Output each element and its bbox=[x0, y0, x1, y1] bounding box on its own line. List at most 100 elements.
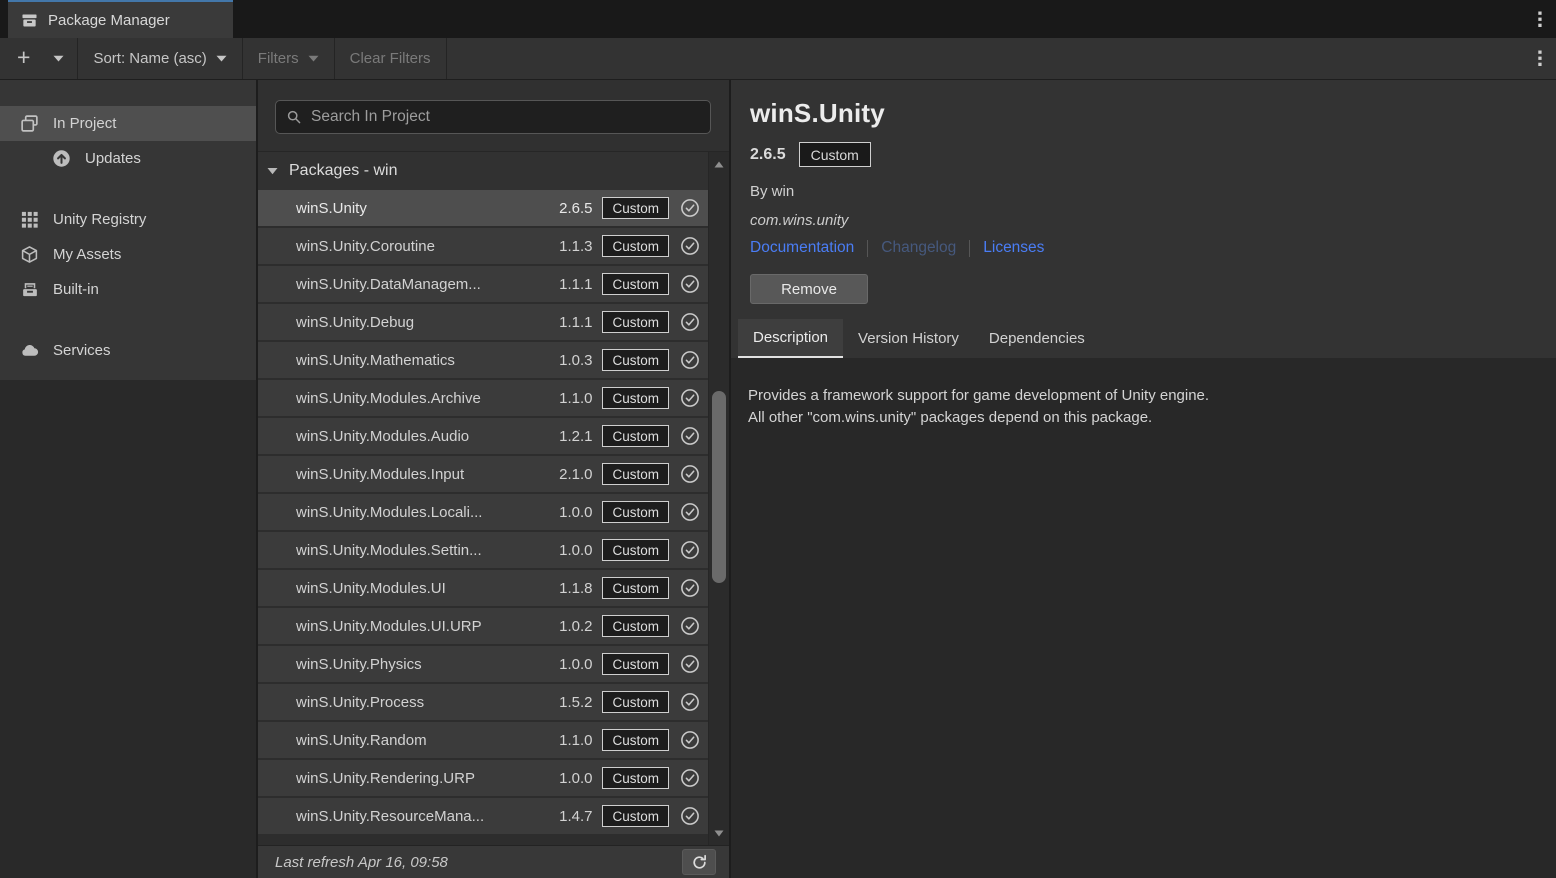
tab-package-manager[interactable]: Package Manager bbox=[8, 0, 233, 38]
custom-tag-badge: Custom bbox=[602, 197, 669, 219]
search-box bbox=[275, 100, 711, 134]
package-name: winS.Unity.Modules.UI.URP bbox=[296, 618, 551, 635]
scrollbar-down-arrow-icon[interactable] bbox=[709, 825, 729, 841]
package-row-wins-unity-rendering-urp[interactable]: winS.Unity.Rendering.URP1.0.0Custom bbox=[258, 760, 708, 796]
package-id: com.wins.unity bbox=[750, 212, 1556, 229]
sidebar-item-services[interactable]: Services bbox=[0, 333, 256, 368]
tab-dependencies[interactable]: Dependencies bbox=[974, 319, 1100, 358]
custom-tag-badge: Custom bbox=[602, 539, 669, 561]
main-area: In Project Updates Unity RegistryMy Assets… bbox=[0, 80, 1556, 878]
custom-tag-badge: Custom bbox=[799, 142, 871, 167]
package-row-wins-unity-mathematics[interactable]: winS.Unity.Mathematics1.0.3Custom bbox=[258, 342, 708, 378]
package-row-wins-unity-modules-input[interactable]: winS.Unity.Modules.Input2.1.0Custom bbox=[258, 456, 708, 492]
sidebar-item-label: In Project bbox=[53, 115, 116, 132]
sort-dropdown[interactable]: Sort: Name (asc) bbox=[78, 38, 241, 79]
scrollbar-up-arrow-icon[interactable] bbox=[709, 156, 729, 172]
package-row-wins-unity-physics[interactable]: winS.Unity.Physics1.0.0Custom bbox=[258, 646, 708, 682]
package-version: 1.5.2 bbox=[559, 694, 592, 711]
package-name: winS.Unity.Physics bbox=[296, 656, 551, 673]
package-version: 1.4.7 bbox=[559, 808, 592, 825]
filters-dropdown[interactable]: Filters bbox=[243, 38, 334, 79]
package-row-wins-unity-modules-audio[interactable]: winS.Unity.Modules.Audio1.2.1Custom bbox=[258, 418, 708, 454]
package-name: winS.Unity.Mathematics bbox=[296, 352, 551, 369]
chevron-down-icon bbox=[308, 55, 319, 62]
custom-tag-badge: Custom bbox=[602, 691, 669, 713]
package-manager-window: Package Manager + Sort: Name (asc) Filte… bbox=[0, 0, 1556, 878]
package-version: 2.6.5 bbox=[559, 200, 592, 217]
toolbar-spacer bbox=[447, 38, 1525, 79]
title-bar: Package Manager bbox=[0, 0, 1556, 38]
toolbar: + Sort: Name (asc) Filters Clear Filters bbox=[0, 38, 1556, 80]
add-package-dropdown-icon[interactable] bbox=[40, 38, 77, 79]
package-name: winS.Unity.Modules.Locali... bbox=[296, 504, 551, 521]
package-row-wins-unity-debug[interactable]: winS.Unity.Debug1.1.1Custom bbox=[258, 304, 708, 340]
package-list-scrollbar[interactable] bbox=[708, 152, 729, 845]
sidebar-item-updates[interactable]: Updates bbox=[0, 141, 256, 176]
sidebar-item-in-project[interactable]: In Project bbox=[0, 106, 256, 141]
package-group-header[interactable]: Packages - win bbox=[258, 152, 708, 190]
package-title: winS.Unity bbox=[750, 98, 1556, 129]
package-row-wins-unity-modules-ui-urp[interactable]: winS.Unity.Modules.UI.URP1.0.2Custom bbox=[258, 608, 708, 644]
package-row-wins-unity-modules-archive[interactable]: winS.Unity.Modules.Archive1.1.0Custom bbox=[258, 380, 708, 416]
package-version: 1.0.2 bbox=[559, 618, 592, 635]
refresh-button[interactable] bbox=[682, 849, 716, 875]
package-version: 1.1.3 bbox=[559, 238, 592, 255]
sidebar-group-gap bbox=[0, 176, 256, 202]
package-name: winS.Unity bbox=[296, 200, 551, 217]
sidebar-item-my-assets[interactable]: My Assets bbox=[0, 237, 256, 272]
link-documentation[interactable]: Documentation bbox=[750, 239, 854, 257]
package-version: 1.1.0 bbox=[559, 732, 592, 749]
package-version: 1.0.3 bbox=[559, 352, 592, 369]
package-group-label: Packages - win bbox=[289, 162, 398, 180]
custom-tag-badge: Custom bbox=[602, 311, 669, 333]
package-row-wins-unity-datamanagem[interactable]: winS.Unity.DataManagem...1.1.1Custom bbox=[258, 266, 708, 302]
remove-button[interactable]: Remove bbox=[750, 274, 868, 304]
package-row-wins-unity-modules-locali[interactable]: winS.Unity.Modules.Locali...1.0.0Custom bbox=[258, 494, 708, 530]
details-header: winS.Unity 2.6.5 Custom By win com.wins.… bbox=[731, 80, 1556, 358]
custom-tag-badge: Custom bbox=[602, 653, 669, 675]
sidebar-item-unity-registry[interactable]: Unity Registry bbox=[0, 202, 256, 237]
package-row-wins-unity-modules-ui[interactable]: winS.Unity.Modules.UI1.1.8Custom bbox=[258, 570, 708, 606]
package-version: 2.6.5 bbox=[750, 146, 786, 164]
custom-tag-badge: Custom bbox=[602, 767, 669, 789]
link-changelog[interactable]: Changelog bbox=[881, 239, 956, 257]
clear-filters-button[interactable]: Clear Filters bbox=[335, 38, 446, 79]
sidebar-item-built-in[interactable]: Built-in bbox=[0, 272, 256, 307]
custom-tag-badge: Custom bbox=[602, 729, 669, 751]
window-kebab-menu-icon[interactable] bbox=[1524, 0, 1556, 38]
check-circle-icon bbox=[680, 540, 700, 560]
package-name: winS.Unity.DataManagem... bbox=[296, 276, 551, 293]
scrollbar-thumb[interactable] bbox=[712, 391, 726, 583]
unity-registry-icon bbox=[20, 210, 39, 229]
tab-version-history[interactable]: Version History bbox=[843, 319, 974, 358]
search-input[interactable] bbox=[311, 108, 700, 126]
add-package-button[interactable]: + bbox=[0, 38, 40, 79]
package-version: 1.0.0 bbox=[559, 770, 592, 787]
check-circle-icon bbox=[680, 654, 700, 674]
package-row-wins-unity-modules-settin[interactable]: winS.Unity.Modules.Settin...1.0.0Custom bbox=[258, 532, 708, 568]
toolbar-kebab-menu-icon[interactable] bbox=[1524, 38, 1556, 79]
check-circle-icon bbox=[680, 806, 700, 826]
description-line: All other "com.wins.unity" packages depe… bbox=[748, 407, 1536, 429]
check-circle-icon bbox=[680, 578, 700, 598]
list-footer: Last refresh Apr 16, 09:58 bbox=[258, 845, 729, 878]
package-row-wins-unity[interactable]: winS.Unity 2.6.5 Custom bbox=[258, 190, 708, 226]
description-content: Provides a framework support for game de… bbox=[731, 358, 1556, 878]
search-icon bbox=[286, 109, 302, 125]
package-author: By win bbox=[750, 183, 1556, 200]
in-project-icon bbox=[20, 114, 39, 133]
package-name: winS.Unity.Coroutine bbox=[296, 238, 551, 255]
package-row-wins-unity-coroutine[interactable]: winS.Unity.Coroutine1.1.3Custom bbox=[258, 228, 708, 264]
check-circle-icon bbox=[680, 426, 700, 446]
package-row-wins-unity-random[interactable]: winS.Unity.Random1.1.0Custom bbox=[258, 722, 708, 758]
tab-description[interactable]: Description bbox=[738, 319, 843, 358]
check-circle-icon bbox=[680, 388, 700, 408]
custom-tag-badge: Custom bbox=[602, 805, 669, 827]
link-licenses[interactable]: Licenses bbox=[983, 239, 1044, 257]
package-row-wins-unity-process[interactable]: winS.Unity.Process1.5.2Custom bbox=[258, 684, 708, 720]
package-version: 1.1.8 bbox=[559, 580, 592, 597]
package-row-wins-unity-resourcemana[interactable]: winS.Unity.ResourceMana...1.4.7Custom bbox=[258, 798, 708, 834]
window-tab-title: Package Manager bbox=[48, 12, 170, 29]
package-details-panel: winS.Unity 2.6.5 Custom By win com.wins.… bbox=[731, 80, 1556, 878]
package-list: Packages - win winS.Unity2.6.5CustomwinS… bbox=[258, 152, 708, 845]
